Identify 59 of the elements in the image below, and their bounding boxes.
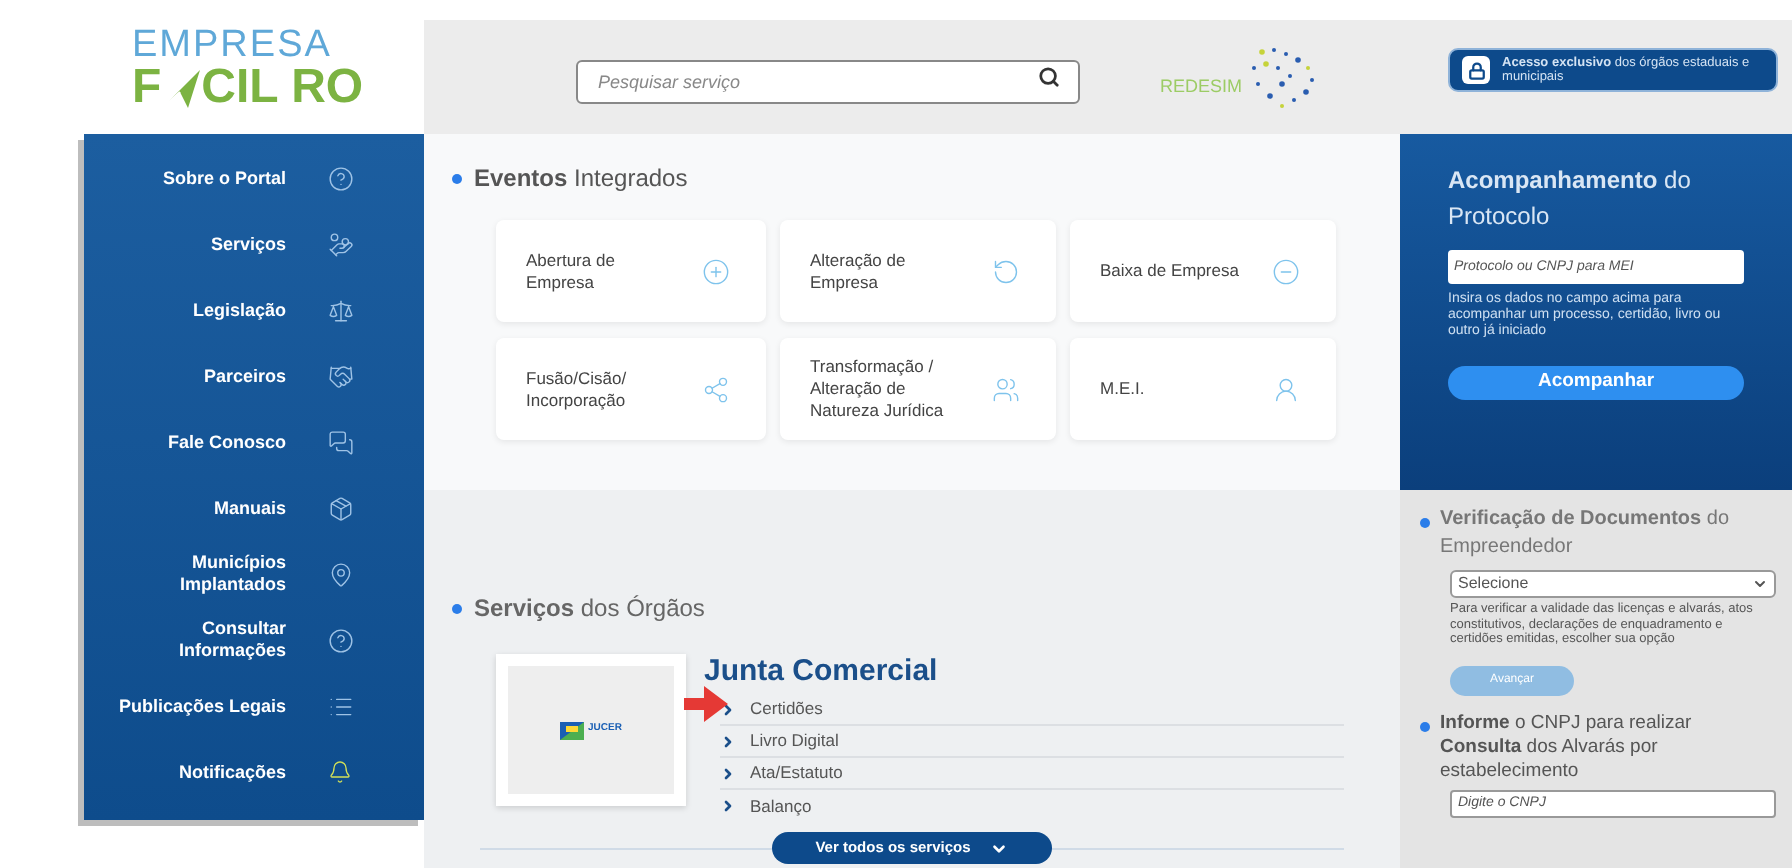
service-link[interactable]: Balanço [720,790,1344,822]
scale-icon [328,297,354,323]
section-title: Eventos Integrados [474,162,688,196]
bell-icon [328,760,352,784]
event-card[interactable]: M.E.I. [1070,338,1336,440]
arrow-icon [684,686,728,722]
service-link[interactable]: Certidões [720,694,1344,726]
sidebar-item[interactable]: Sobre o Portal [84,150,424,206]
sidebar-item[interactable]: Consultar Informações [84,612,424,668]
event-card[interactable]: Baixa de Empresa [1070,220,1336,322]
organ-name: Junta Comercial [704,654,940,690]
sidebar-item[interactable]: Manuais [84,480,424,536]
document-select[interactable]: Selecione [1450,570,1776,598]
sidebar-item[interactable]: Fale Conosco [84,414,424,470]
minus-circle-icon [1272,257,1300,285]
event-card[interactable]: Fusão/Cisão/ Incorporação [496,338,766,440]
chevron-down-icon [1752,576,1768,592]
logo-text: CIL RO [201,64,364,112]
user-icon [1272,375,1300,403]
chat-icon [328,429,354,455]
panel-title: Acompanhamento do Protocolo [1448,164,1693,234]
plus-circle-icon [702,257,730,285]
question-icon [328,165,354,191]
section-title: Verificação de Documentos do Empreendedor [1440,506,1732,562]
sidebar-item[interactable]: Publicações Legais [84,678,424,734]
chevron-down-icon [990,839,1009,857]
sidebar-item[interactable]: Parceiros [84,348,424,404]
event-card[interactable]: Alteração de Empresa [780,220,1056,322]
paper-plane-icon [161,66,202,110]
section-title: Informe o CNPJ para realizar Consulta dos Alvarás por estabelecimento [1440,711,1694,783]
map-pin-icon [328,561,354,587]
chevron-icon [720,798,736,814]
sidebar-item[interactable]: Legislação [84,282,424,338]
lock-icon [1467,61,1486,79]
logo-text: F [132,64,162,112]
bullet-icon [452,603,462,613]
flag-icon [560,721,585,739]
section-title: Serviços dos Órgãos [474,592,705,626]
rotate-icon [992,257,1020,285]
sidebar-item[interactable]: Notificações [84,744,424,800]
search-field[interactable]: Pesquisar serviço [576,59,1080,103]
redesim-logo-text: REDESIM [1160,73,1243,100]
service-link[interactable]: Ata/Estatuto [720,758,1344,790]
logo-text: EMPRESA [132,28,332,64]
sidebar-item[interactable]: Serviços [84,216,424,272]
package-icon [328,495,354,521]
search-icon[interactable] [1038,65,1060,87]
question-icon [328,627,354,653]
bullet-icon [1420,721,1430,731]
hand-coins-icon [328,231,354,257]
event-card[interactable]: Abertura de Empresa [496,220,766,322]
service-link[interactable]: Livro Digital [720,726,1344,758]
users-icon [992,375,1020,403]
sidebar-item[interactable]: Municípios Implantados [84,546,424,602]
bullet-icon [1420,518,1430,528]
bullet-icon [452,173,462,183]
event-card[interactable]: Transformação / Alteração de Natureza Jurídica [780,338,1056,440]
handshake-icon [328,363,354,389]
share-icon [702,375,730,403]
